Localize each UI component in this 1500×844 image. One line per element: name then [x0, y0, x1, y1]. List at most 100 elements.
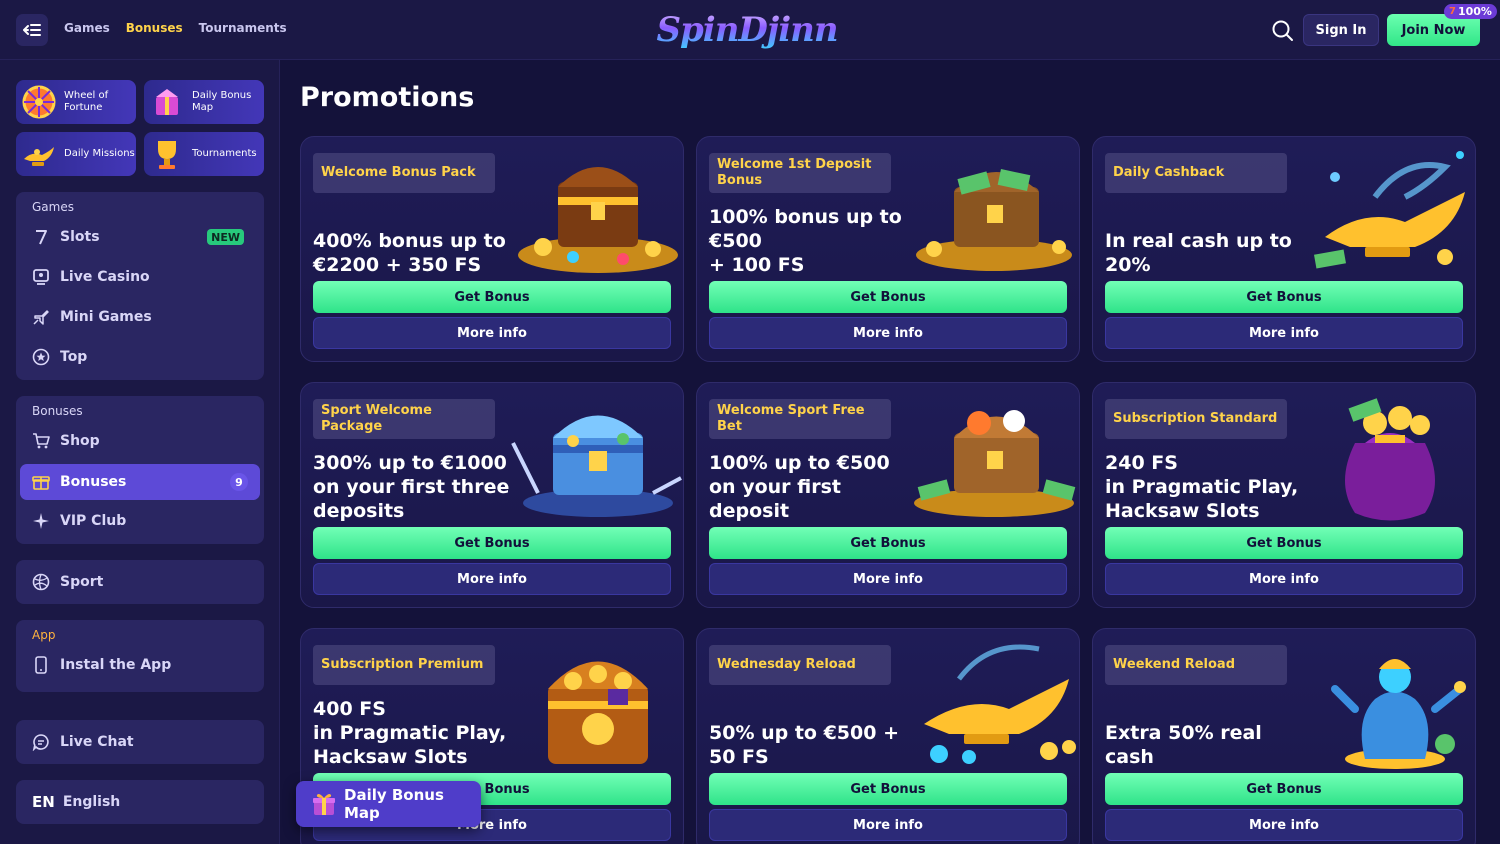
sidebar-item-sport[interactable]: Sport — [20, 564, 260, 600]
daily-bonus-map-button[interactable]: Daily Bonus Map — [296, 781, 481, 827]
treasure-chest-illustration — [518, 167, 678, 273]
promotion-description: 100% up to €500 on your first deposit — [709, 452, 890, 522]
nav-tournaments[interactable]: Tournaments — [199, 21, 287, 35]
gift-icon — [32, 476, 50, 490]
get-bonus-button[interactable]: Get Bonus — [1105, 773, 1463, 805]
more-info-button[interactable]: More info — [1105, 809, 1463, 841]
promotion-description: 400 FS in Pragmatic Play, Hacksaw Slots — [313, 698, 507, 768]
more-info-button[interactable]: More info — [1105, 317, 1463, 349]
sidebar-item-label: Mini Games — [60, 309, 152, 325]
promotion-title: Weekend Reload — [1105, 645, 1287, 685]
more-info-button[interactable]: More info — [709, 317, 1067, 349]
games-section-title: Games — [32, 200, 74, 214]
promotion-description: Extra 50% real cash — [1105, 722, 1262, 768]
promotion-description: 50% up to €500 + 50 FS — [709, 722, 899, 768]
lamp-icon — [24, 147, 54, 166]
sidebar-item-vip-club[interactable]: VIP Club — [20, 503, 260, 539]
promotion-card: Wednesday Reload 50% up to €500 + 50 FS Ge… — [696, 628, 1080, 844]
promotion-title: Subscription Premium — [313, 645, 495, 685]
lamp-gems-illustration — [924, 644, 1076, 764]
get-bonus-button[interactable]: Get Bonus — [709, 773, 1067, 805]
more-info-button[interactable]: More info — [313, 317, 671, 349]
sidebar-item-shop[interactable]: Shop — [20, 423, 260, 459]
wheel-icon — [22, 85, 56, 119]
promotion-description: In real cash up to 20% — [1105, 230, 1292, 276]
more-info-button[interactable]: More info — [709, 563, 1067, 595]
more-info-button[interactable]: More info — [1105, 563, 1463, 595]
sidebar: Wheel of Fortune Daily Bonus Map Daily M… — [0, 60, 280, 844]
sidebar-item-live-casino[interactable]: Live Casino — [20, 259, 260, 295]
page-title: Promotions — [300, 82, 475, 113]
genie-illustration — [1331, 659, 1466, 769]
get-bonus-button[interactable]: Get Bonus — [313, 527, 671, 559]
join-bonus-badge: 7 100% — [1444, 4, 1497, 19]
search-icon[interactable] — [1271, 19, 1295, 43]
ice-chest-illustration — [511, 415, 682, 517]
sidebar-item-top[interactable]: Top — [20, 339, 260, 375]
menu-collapse-icon — [23, 24, 41, 36]
seven-icon — [36, 230, 47, 245]
sparkle-icon — [33, 513, 49, 529]
more-info-button[interactable]: More info — [709, 809, 1067, 841]
more-info-button[interactable]: More info — [313, 563, 671, 595]
top-header: Games Bonuses Tournaments SpinDjinn Sign… — [0, 0, 1500, 60]
promotion-card: Sport Welcome Package 300% up to €1000 on… — [300, 382, 684, 608]
sidebar-item-label: Shop — [60, 433, 100, 449]
live-chat-button[interactable]: Live Chat — [20, 724, 260, 760]
sidebar-item-slots[interactable]: Slots NEW — [20, 219, 260, 255]
live-chat-panel: Live Chat — [16, 720, 264, 764]
promotion-description: 400% bonus up to €2200 + 350 FS — [313, 230, 506, 276]
language-selector[interactable]: EN English — [20, 784, 260, 820]
bonus-count-badge: 9 — [230, 473, 248, 491]
trophy-icon — [158, 141, 176, 169]
promotion-card: Welcome Bonus Pack 400% bonus up to €2200… — [300, 136, 684, 362]
promotion-card: Weekend Reload Extra 50% real cash Get Bon… — [1092, 628, 1476, 844]
promotion-card: Subscription Standard 240 FS in Pragmatic… — [1092, 382, 1476, 608]
tile-tournaments[interactable]: Tournaments — [144, 132, 264, 176]
spindjinn-logo[interactable]: SpinDjinn — [656, 4, 838, 56]
sidebar-item-install-app[interactable]: Instal the App — [20, 647, 260, 683]
tile-daily-missions[interactable]: Daily Missions — [16, 132, 136, 176]
promotion-card: Welcome Sport Free Bet 100% up to €500 on… — [696, 382, 1080, 608]
promotion-title: Subscription Standard — [1105, 399, 1287, 439]
money-chest-illustration — [916, 169, 1072, 271]
logo-text: SpinDjinn — [656, 10, 838, 50]
chat-icon — [32, 734, 49, 751]
gift-box-icon — [313, 794, 335, 815]
sidebar-item-label: Top — [60, 349, 88, 365]
promotion-title: Daily Cashback — [1105, 153, 1287, 193]
nav-bonuses[interactable]: Bonuses — [126, 21, 183, 35]
language-name: English — [62, 794, 121, 810]
games-panel: Games Slots NEW Live Casino Mini Games T… — [16, 192, 264, 380]
sport-panel: Sport — [16, 560, 264, 604]
get-bonus-button[interactable]: Get Bonus — [709, 527, 1067, 559]
live-icon — [33, 269, 49, 285]
tile-daily-bonus-map[interactable]: Daily Bonus Map — [144, 80, 264, 124]
seven-badge-icon: 7 — [1449, 6, 1456, 17]
promotion-description: 300% up to €1000 on your first three dep… — [313, 452, 510, 522]
get-bonus-button[interactable]: Get Bonus — [709, 281, 1067, 313]
promotion-title: Welcome 1st Deposit Bonus — [709, 153, 891, 193]
app-panel: App Instal the App — [16, 620, 264, 692]
tile-wheel-of-fortune[interactable]: Wheel of Fortune — [16, 80, 136, 124]
sidebar-item-mini-games[interactable]: Mini Games — [20, 299, 260, 335]
gold-chest-illustration — [548, 661, 648, 764]
sign-in-button[interactable]: Sign In — [1303, 14, 1379, 46]
get-bonus-button[interactable]: Get Bonus — [313, 281, 671, 313]
nav-games[interactable]: Games — [64, 21, 110, 35]
get-bonus-button[interactable]: Get Bonus — [1105, 527, 1463, 559]
bonuses-section-title: Bonuses — [32, 404, 83, 418]
sidebar-item-label: VIP Club — [60, 513, 127, 529]
app-section-title: App — [32, 628, 56, 642]
sports-chest-illustration — [914, 410, 1076, 517]
star-icon — [32, 348, 50, 366]
float-button-label: Daily Bonus Map — [344, 786, 444, 822]
magic-lamp-illustration — [1314, 151, 1465, 269]
tile-label: Daily Missions — [64, 148, 135, 159]
sidebar-item-label: Sport — [60, 574, 104, 590]
promotion-title: Wednesday Reload — [709, 645, 891, 685]
collapse-menu-button[interactable] — [16, 14, 48, 46]
promotion-title: Welcome Bonus Pack — [313, 153, 495, 193]
get-bonus-button[interactable]: Get Bonus — [1105, 281, 1463, 313]
sidebar-item-bonuses[interactable]: Bonuses 9 — [20, 464, 260, 500]
